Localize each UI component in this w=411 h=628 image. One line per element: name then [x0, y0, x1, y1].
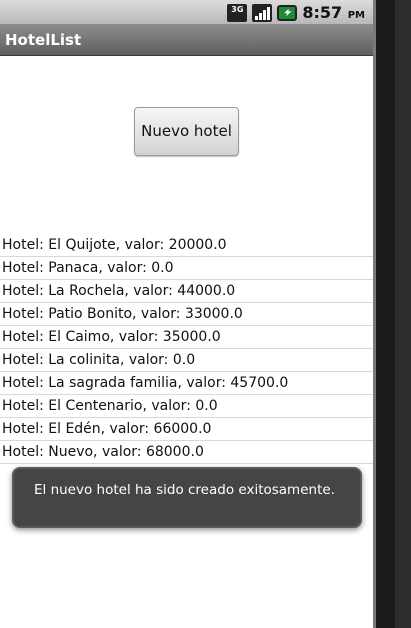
list-item[interactable]: Hotel: La Rochela, valor: 44000.0: [0, 280, 373, 303]
status-bar: 3G 8:57 PM: [0, 0, 373, 25]
3g-icon: 3G: [227, 3, 248, 22]
list-item[interactable]: Hotel: Panaca, valor: 0.0: [0, 257, 373, 280]
list-item[interactable]: Hotel: El Centenario, valor: 0.0: [0, 395, 373, 418]
list-item[interactable]: Hotel: El Quijote, valor: 20000.0: [0, 234, 373, 257]
battery-charging-icon: [277, 4, 298, 21]
app-title: HotelList: [0, 25, 373, 56]
signal-icon: [252, 3, 273, 22]
list-item[interactable]: Hotel: Patio Bonito, valor: 33000.0: [0, 303, 373, 326]
new-hotel-button[interactable]: Nuevo hotel: [134, 107, 239, 156]
hotel-list: Hotel: El Quijote, valor: 20000.0 Hotel:…: [0, 234, 373, 464]
toast-message: El nuevo hotel ha sido creado exitosamen…: [12, 467, 362, 528]
clock: 8:57 PM: [302, 3, 365, 22]
list-item[interactable]: Hotel: El Edén, valor: 66000.0: [0, 418, 373, 441]
list-item[interactable]: Hotel: El Caimo, valor: 35000.0: [0, 326, 373, 349]
app-screen: 3G 8:57 PM HotelList Nuevo hotel Hotel: …: [0, 0, 373, 628]
list-item[interactable]: Hotel: Nuevo, valor: 68000.0: [0, 441, 373, 464]
list-item[interactable]: Hotel: La sagrada familia, valor: 45700.…: [0, 372, 373, 395]
device-frame-edge: [373, 0, 411, 628]
list-item[interactable]: Hotel: La colinita, valor: 0.0: [0, 349, 373, 372]
